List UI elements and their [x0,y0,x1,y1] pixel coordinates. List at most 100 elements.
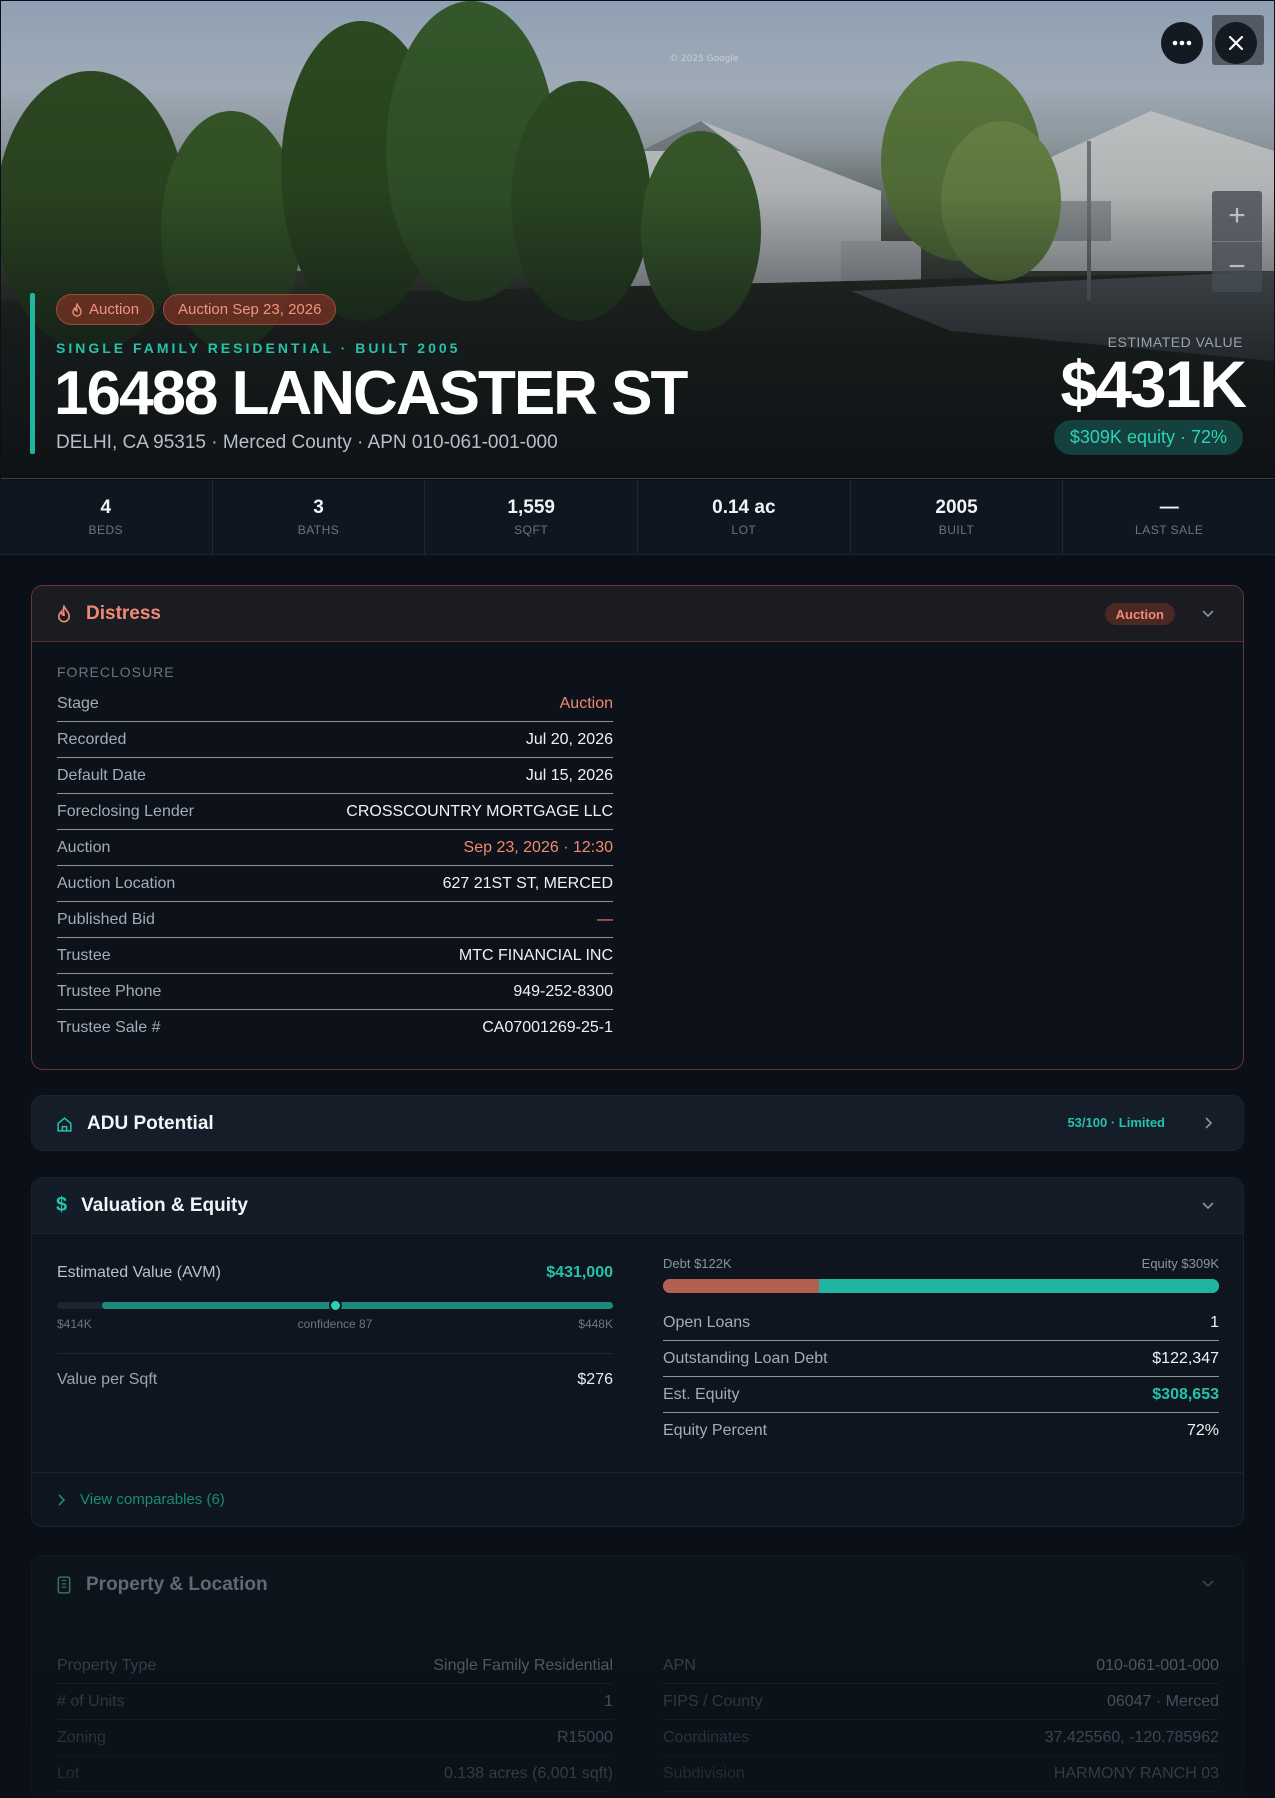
home-icon [57,1116,72,1132]
chevron-down-icon[interactable] [1201,1198,1215,1212]
stat-label: BATHS [297,523,340,537]
distress-card-header[interactable]: Distress Auction [32,586,1243,642]
row-value: CROSSCOUNTRY MORTGAGE LLC [346,802,613,820]
avm-range-track [57,1299,613,1312]
row-key: # of Units [57,1692,125,1710]
property-title: Property & Location [86,1574,268,1595]
row-value: $308,653 [1152,1385,1219,1403]
view-comparables-label: View comparables (6) [80,1491,225,1508]
value-per-sqft-row: Value per Sqft $276 [57,1353,613,1405]
foreclosure-row-published-bid: Published Bid — [57,902,613,938]
status-badge-auction: Auction [56,294,155,325]
row-value: MTC FINANCIAL INC [458,946,613,964]
equity-label: Equity $309K [1141,1256,1219,1271]
distress-card: Distress Auction FORECLOSURE Stage Auctio… [31,585,1244,1070]
row-key: Recorded [57,730,127,748]
valuation-card-header[interactable]: $ Valuation & Equity [32,1178,1243,1234]
property-row-coordinates: Coordinates 37.425560, -120.785962 [663,1720,1219,1756]
close-button[interactable] [1215,22,1257,64]
foreclosure-row-trustee: Trustee MTC FINANCIAL INC [57,938,613,974]
zoom-out-button[interactable]: − [1212,242,1262,292]
row-key: APN [663,1656,696,1674]
adu-card-header[interactable]: ADU Potential 53/100 · Limited [32,1096,1243,1152]
equity-row-loan-debt: Outstanding Loan Debt $122,347 [663,1341,1219,1377]
row-value: Sep 23, 2026 · 12:30 [463,838,613,856]
row-key: Default Date [57,766,146,784]
auction-date-badge: Auction Sep 23, 2026 [163,294,337,325]
stat-sqft: 1,559 SQFT [425,480,639,554]
row-key: Equity Percent [663,1422,768,1439]
flame-icon [72,302,82,317]
chevron-down-icon[interactable] [1201,606,1215,620]
more-options-button[interactable] [1161,22,1203,64]
ellipsis-icon [1172,40,1192,46]
stat-label: LAST SALE [1135,523,1204,537]
avm-range-labels: $414K confidence 87 $448K [57,1317,613,1331]
property-card-header[interactable]: Property & Location [32,1556,1243,1614]
building-icon [57,1576,71,1594]
stat-value: 0.14 ac [712,497,776,518]
row-key: Auction Location [57,874,176,892]
stat-beds: 4 BEDS [0,480,213,554]
stat-value: 1,559 [507,497,555,518]
row-key: FIPS / County [663,1692,763,1710]
flame-icon [58,604,70,622]
row-value: — [597,910,613,928]
row-value: 72% [1186,1422,1219,1439]
equity-segment [818,1279,1219,1293]
row-value: 1 [1210,1313,1219,1331]
confidence-label: confidence 87 [297,1317,373,1331]
zoom-in-button[interactable]: + [1212,191,1262,241]
foreclosure-section-label: FORECLOSURE [57,664,175,680]
row-key: Foreclosing Lender [57,802,194,820]
stat-last-sale: — LAST SALE [1063,480,1275,554]
row-value: 0.138 acres (6,001 sqft) [444,1764,613,1782]
row-key: Published Bid [57,910,155,928]
equity-row-open-loans: Open Loans 1 [663,1305,1219,1341]
stat-value: 4 [100,497,112,518]
debt-equity-bar [663,1279,1219,1293]
hero-accent-bar [30,293,35,454]
row-value: Single Family Residential [433,1656,613,1674]
property-row-type: Property Type Single Family Residential [57,1648,613,1684]
avm-label: Estimated Value (AVM) [57,1264,221,1281]
row-value: HARMONY RANCH 03 [1053,1764,1219,1782]
foreclosure-row-stage: Stage Auction [57,686,613,722]
equity-pill: $309K equity · 72% [1053,420,1243,455]
dollar-icon: $ [56,1194,68,1216]
stat-label: BEDS [88,523,124,537]
row-key: Zoning [57,1728,106,1746]
row-key: Stage [57,694,99,712]
row-value: $276 [577,1370,613,1388]
foreclosure-row-default-date: Default Date Jul 15, 2026 [57,758,613,794]
adu-score: 53/100 · Limited [1067,1115,1165,1130]
stat-label: LOT [731,523,757,537]
estimated-value: $431K [1060,347,1247,421]
row-key: Auction [57,838,111,856]
row-value: $122,347 [1152,1349,1219,1367]
row-key: Trustee [57,946,111,964]
row-key: Property Type [57,1656,157,1674]
avm-estimate-marker [329,1299,342,1312]
adu-title: ADU Potential [87,1113,214,1134]
row-key: Lot [57,1764,80,1782]
range-low: $414K [57,1317,92,1331]
valuation-title: Valuation & Equity [81,1194,248,1216]
row-key: Value per Sqft [57,1370,158,1388]
debt-segment [663,1279,819,1293]
row-key: Open Loans [663,1313,751,1331]
avm-row: Estimated Value (AVM) $431,000 [57,1264,613,1282]
chevron-down-icon[interactable] [1201,1576,1215,1590]
row-value: Jul 20, 2026 [525,730,613,748]
debt-label: Debt $122K [663,1256,732,1271]
view-comparables-link[interactable]: View comparables (6) [32,1472,1243,1526]
adu-potential-card[interactable]: ADU Potential 53/100 · Limited [31,1095,1244,1151]
stat-built: 2005 BUILT [851,480,1064,554]
property-row-apn: APN 010-061-001-000 [663,1648,1219,1684]
chevron-right-icon [58,1493,66,1506]
row-value: 06047 · Merced [1106,1692,1219,1710]
row-key: Trustee Phone [57,982,162,1000]
stat-baths: 3 BATHS [213,480,426,554]
property-location-line: DELHI, CA 95315 · Merced County · APN 01… [56,432,558,453]
chevron-right-icon[interactable] [1201,1116,1215,1130]
